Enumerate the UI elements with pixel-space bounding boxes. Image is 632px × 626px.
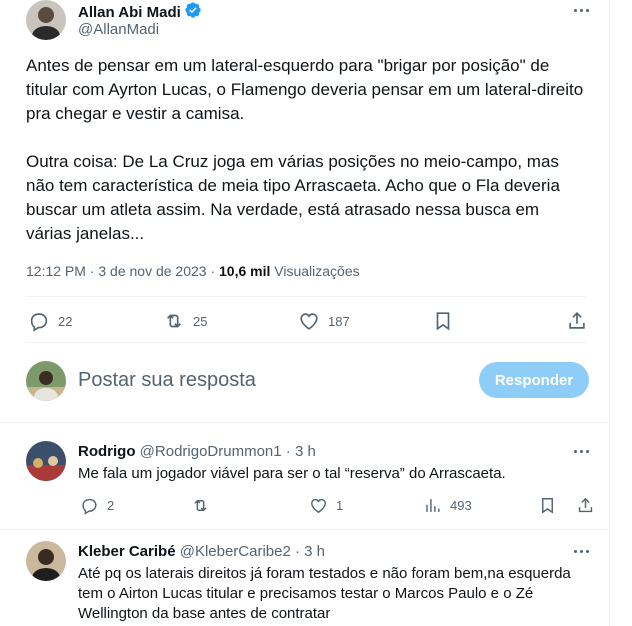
more-options-icon[interactable]	[574, 550, 589, 553]
bookmark-action[interactable]	[538, 496, 557, 515]
share-action[interactable]	[566, 310, 588, 332]
reply-button[interactable]: Responder	[479, 362, 589, 398]
more-options-icon[interactable]	[574, 9, 589, 12]
retweet-action[interactable]: 25	[163, 310, 207, 332]
reply-avatar[interactable]	[26, 541, 66, 581]
share-action[interactable]	[576, 496, 595, 515]
divider	[26, 296, 586, 297]
reply-author-handle[interactable]: @RodrigoDrummon1	[140, 443, 282, 460]
reply-action[interactable]: 22	[28, 310, 72, 332]
reply-text: Até pq os laterais direitos já foram tes…	[78, 565, 571, 622]
heart-icon	[298, 310, 320, 332]
share-icon	[566, 310, 588, 332]
reply-avatar[interactable]	[26, 441, 66, 481]
like-action[interactable]: 1	[309, 496, 343, 515]
reply-author-name[interactable]: Kleber Caribé	[78, 543, 176, 560]
reply-count: 2	[107, 498, 115, 513]
divider	[0, 422, 610, 423]
retweet-icon	[191, 496, 210, 515]
tweet-text: Antes de pensar em um lateral-esquerdo p…	[26, 56, 584, 243]
bookmark-action[interactable]	[432, 310, 454, 332]
like-count: 1	[336, 498, 344, 513]
like-count: 187	[328, 313, 350, 329]
reply-icon	[80, 496, 99, 515]
reply-author-handle[interactable]: @KleberCaribe2	[180, 543, 291, 560]
like-action[interactable]: 187	[298, 310, 350, 332]
my-avatar[interactable]	[26, 361, 66, 401]
conversation-column: Allan Abi Madi @AllanMadi Antes de pensa…	[0, 0, 610, 626]
analytics-icon	[423, 496, 442, 515]
more-options-icon[interactable]	[574, 450, 589, 453]
retweet-icon	[163, 310, 185, 332]
views-count: 10,6 mil	[219, 263, 271, 279]
divider	[26, 342, 586, 343]
views-action[interactable]: 493	[423, 496, 472, 515]
views-count: 493	[450, 498, 472, 513]
verified-badge-icon	[184, 1, 202, 24]
reply-count: 22	[58, 313, 73, 329]
retweet-count: 25	[193, 313, 208, 329]
bookmark-icon	[538, 496, 557, 515]
reply-author-name[interactable]: Rodrigo	[78, 443, 136, 460]
share-icon	[576, 496, 595, 515]
reply-text: Me fala um jogador viável para ser o tal…	[78, 465, 506, 482]
reply-action[interactable]: 2	[80, 496, 114, 515]
reply-icon	[28, 310, 50, 332]
tweet-meta: 12:12 PM · 3 de nov de 2023 · 10,6 mil V…	[26, 263, 360, 279]
bookmark-icon	[432, 310, 454, 332]
author-avatar[interactable]	[26, 0, 66, 40]
views-label: Visualizações	[270, 263, 360, 279]
divider	[0, 529, 610, 530]
tweet-timestamp[interactable]: 12:12 PM · 3 de nov de 2023 ·	[26, 263, 219, 279]
reply-time[interactable]: · 3 h	[291, 543, 325, 560]
heart-icon	[309, 496, 328, 515]
reply-input[interactable]: Postar sua resposta	[78, 369, 256, 392]
author-name[interactable]: Allan Abi Madi	[78, 4, 181, 21]
reply-time[interactable]: · 3 h	[282, 443, 316, 460]
author-handle[interactable]: @AllanMadi	[78, 21, 159, 38]
retweet-action[interactable]	[191, 496, 210, 515]
